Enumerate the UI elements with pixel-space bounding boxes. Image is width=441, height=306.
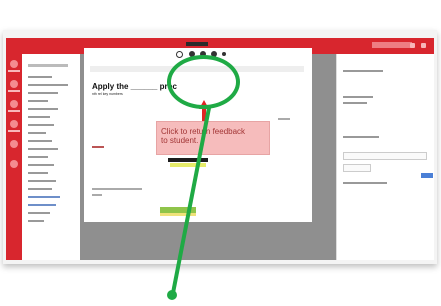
- question-2-text: [92, 188, 142, 190]
- callout-line-2: to student.: [161, 136, 199, 145]
- answer-highlight: [170, 163, 206, 167]
- panel-title: [343, 70, 383, 72]
- answer-link[interactable]: [92, 146, 104, 148]
- nav-item[interactable]: [28, 124, 54, 126]
- nav-item[interactable]: [28, 164, 54, 166]
- red-arrow-stem: [202, 108, 206, 122]
- points-label: [278, 118, 290, 120]
- nav-item[interactable]: [28, 76, 52, 78]
- nav-item-active[interactable]: [28, 196, 60, 198]
- right-panel: [336, 54, 434, 260]
- courses-icon[interactable]: [10, 80, 18, 88]
- home-label: [8, 70, 20, 72]
- home-icon[interactable]: [10, 60, 18, 68]
- score-input[interactable]: [343, 164, 371, 172]
- question-2-sub: [92, 194, 102, 196]
- calendar-icon[interactable]: [10, 120, 18, 128]
- nav-item[interactable]: [28, 108, 58, 110]
- student-name: [343, 102, 367, 104]
- bell-icon[interactable]: [410, 43, 415, 48]
- user-menu[interactable]: [372, 42, 412, 48]
- inbox-icon[interactable]: [10, 140, 18, 148]
- nav-item[interactable]: [28, 140, 52, 142]
- nav-item[interactable]: [28, 148, 58, 150]
- student-label: [343, 96, 373, 98]
- nav-item[interactable]: [28, 156, 48, 158]
- close-icon[interactable]: [222, 52, 226, 56]
- nav-item[interactable]: [28, 100, 48, 102]
- nav-item[interactable]: [28, 132, 46, 134]
- course-nav: [22, 54, 81, 260]
- topbar-icons: [410, 43, 426, 48]
- nav-item[interactable]: [28, 172, 48, 174]
- submit-button[interactable]: [421, 173, 433, 178]
- nav-item[interactable]: [28, 92, 58, 94]
- nav-item[interactable]: [28, 84, 68, 86]
- highlight-circle: [167, 55, 240, 109]
- calendar-label: [8, 130, 20, 132]
- nav-item[interactable]: [28, 188, 52, 190]
- grade-input[interactable]: [343, 152, 427, 160]
- grades-icon[interactable]: [10, 100, 18, 108]
- question-subtext: nth rel key numbers: [92, 92, 123, 96]
- answer-bar: [168, 158, 208, 162]
- left-rail: [6, 54, 22, 260]
- courses-label: [8, 90, 20, 92]
- feedback-icon[interactable]: [176, 51, 183, 58]
- nav-item[interactable]: [28, 212, 50, 214]
- callout-line-1: Click to return feedback: [161, 127, 246, 136]
- breadcrumb[interactable]: [28, 64, 68, 67]
- grades-label: [8, 110, 20, 112]
- nav-item[interactable]: [28, 116, 50, 118]
- nav-item[interactable]: [28, 204, 56, 206]
- tooltip-callout: Click to return feedback to student.: [156, 121, 270, 155]
- question-text: Apply the ______ proc: [92, 82, 177, 91]
- pointer-dot: [167, 290, 177, 300]
- toolbar-tooltip: [186, 42, 208, 46]
- nav-item[interactable]: [28, 180, 56, 182]
- gear-icon[interactable]: [421, 43, 426, 48]
- nav-item[interactable]: [28, 220, 44, 222]
- assessment-label: [343, 136, 379, 138]
- checkbox-label[interactable]: [343, 182, 387, 184]
- help-icon[interactable]: [10, 160, 18, 168]
- score-underline: [160, 213, 196, 216]
